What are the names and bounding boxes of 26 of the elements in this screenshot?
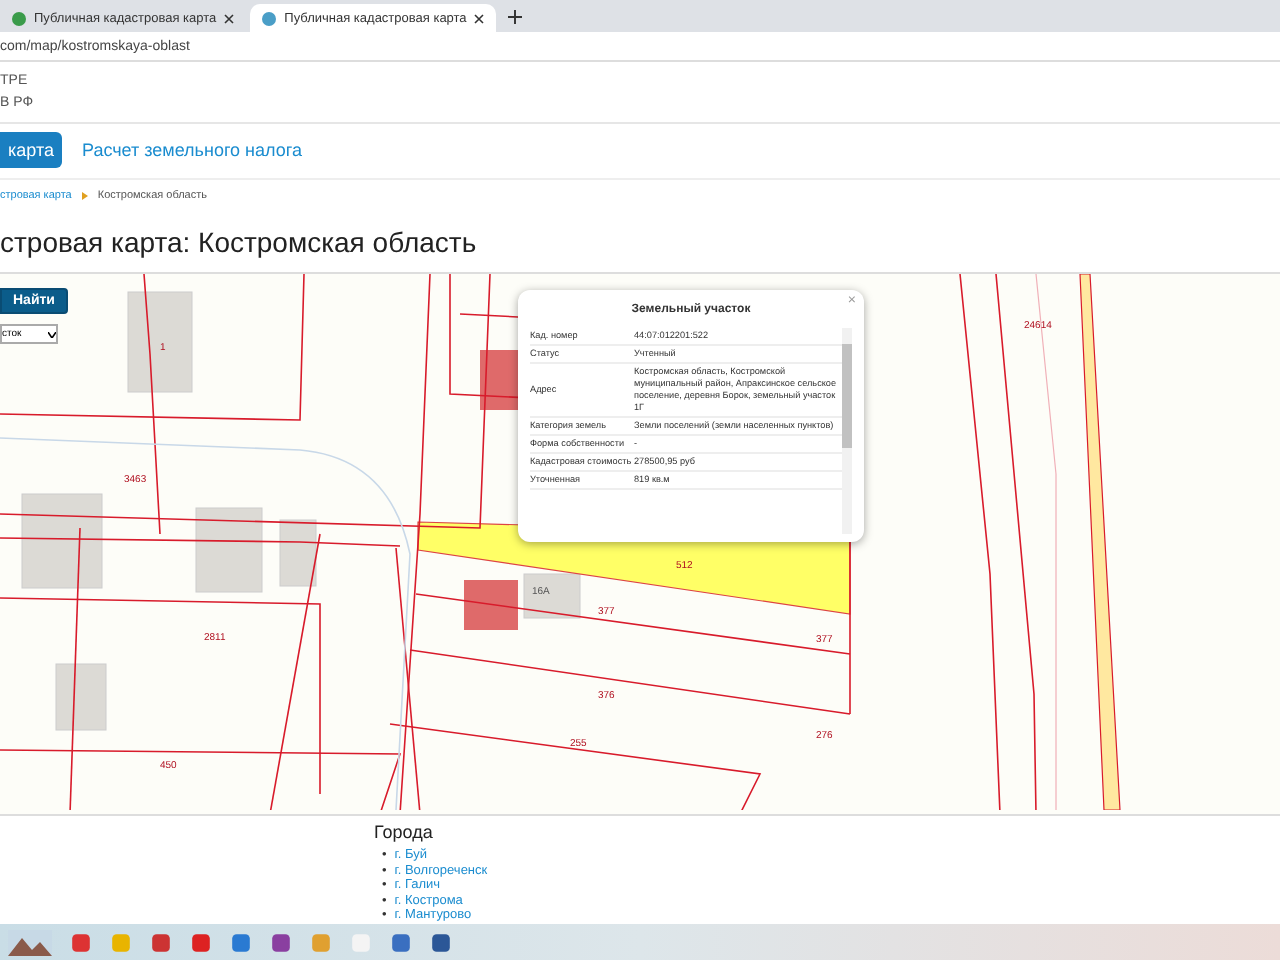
building-footprint [55, 663, 107, 731]
building-footprint [21, 493, 103, 589]
nav-link[interactable]: карта [0, 132, 62, 168]
close-icon[interactable] [224, 13, 235, 23]
taskbar-app-icon[interactable] [390, 931, 412, 953]
building-footprint [464, 580, 518, 630]
building-footprint [279, 519, 317, 587]
favicon-icon [12, 11, 26, 25]
building-footprint [195, 507, 263, 593]
section-heading: Города [374, 822, 435, 844]
taskbar-app-icon[interactable] [270, 931, 292, 953]
new-tab-icon[interactable] [508, 10, 523, 24]
caret-icon [48, 331, 56, 337]
chevron-icon [81, 192, 88, 200]
scrollbar[interactable] [842, 328, 852, 534]
taskbar-app-icon[interactable] [190, 931, 212, 953]
page-title: стровая карта: Костромская область [0, 224, 479, 262]
building-footprint [127, 291, 193, 393]
taskbar-app-icon[interactable] [230, 931, 252, 953]
nav-link[interactable]: Расчет земельного налога [73, 132, 310, 168]
building-footprint [523, 573, 581, 619]
taskbar-app-icon[interactable] [430, 931, 452, 953]
close-icon[interactable] [474, 13, 485, 23]
favicon-icon [262, 11, 277, 25]
taskbar-app-icon[interactable] [70, 931, 92, 953]
taskbar-app-icon[interactable] [150, 931, 172, 953]
